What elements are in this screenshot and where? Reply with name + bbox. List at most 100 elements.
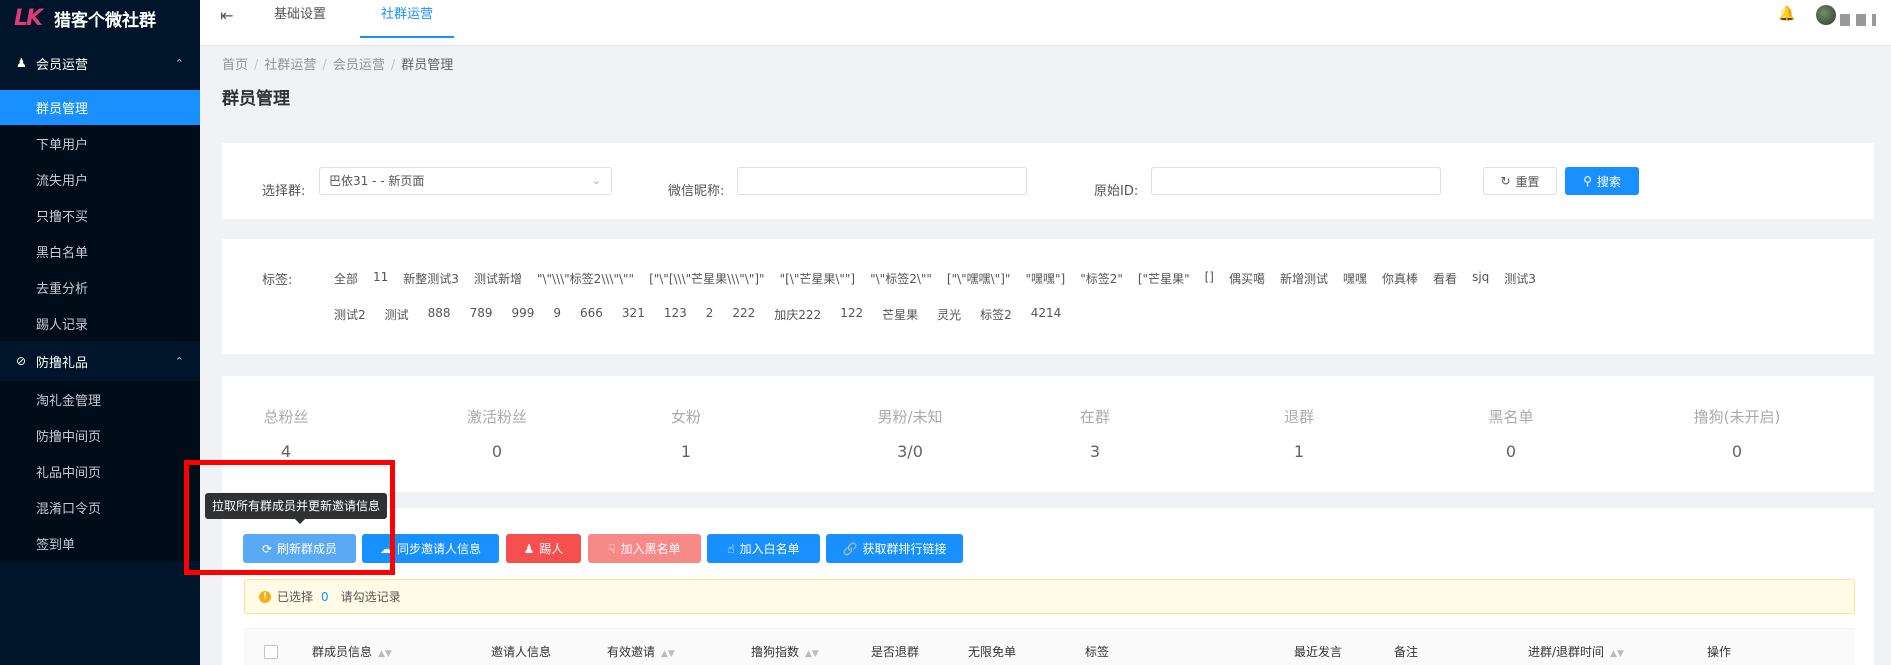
- menu-group-anti-abuse[interactable]: ⊘ 防撸礼品 ⌃: [0, 341, 200, 381]
- menu-item-anti-abuse-page[interactable]: 防撸中间页: [0, 417, 200, 453]
- add-whitelist-button[interactable]: ☝ 加入白名单: [707, 534, 820, 563]
- tag-item[interactable]: 你真棒: [1382, 270, 1418, 287]
- tag-item[interactable]: 测试2: [334, 306, 366, 323]
- member-table-card: ⟳ 刷新群成员 ☁ 同步邀请人信息 ♟ 踢人 ☟ 加入黑名单 ☝ 加入白名单 🔗 获取群排行…: [222, 508, 1874, 665]
- menu-item-order-users[interactable]: 下单用户: [0, 125, 200, 162]
- tag-item[interactable]: 888: [428, 306, 451, 323]
- reset-button[interactable]: ↻ 重置: [1483, 167, 1557, 195]
- group-select[interactable]: 巴依31 - - 新页面 ⌄: [319, 167, 612, 195]
- tag-item[interactable]: 11: [373, 270, 388, 287]
- menu-item-kick-records[interactable]: 踢人记录: [0, 305, 200, 341]
- select-all-checkbox[interactable]: [264, 645, 278, 659]
- tag-item[interactable]: 偶买噶: [1229, 270, 1265, 287]
- tag-item[interactable]: 122: [840, 306, 863, 323]
- group-select-value: 巴依31 - - 新页面: [329, 174, 425, 188]
- breadcrumb-home[interactable]: 首页: [222, 58, 248, 73]
- th-abuse-index[interactable]: 撸狗指数 ▲▼: [751, 643, 819, 660]
- add-blacklist-button[interactable]: ☟ 加入黑名单: [588, 534, 701, 563]
- tag-item[interactable]: 4214: [1031, 306, 1062, 323]
- tag-item[interactable]: 9: [553, 306, 561, 323]
- selected-label: 已选择: [277, 590, 314, 604]
- th-label: 群成员信息: [312, 645, 373, 659]
- tag-item[interactable]: 测试新增: [474, 270, 522, 287]
- tag-item[interactable]: sjq: [1472, 270, 1489, 287]
- th-label: 标签: [1085, 645, 1110, 659]
- sort-icon[interactable]: ▲▼: [1610, 649, 1624, 659]
- sidebar: LK 猎客个微社群 ♟ 会员运营 ⌃ 群员管理 下单用户 流失用户 只撸不买 黑…: [0, 0, 200, 665]
- tag-item[interactable]: 2: [706, 306, 714, 323]
- avatar[interactable]: [1816, 5, 1836, 25]
- tag-item[interactable]: "嘿嘿"]: [1025, 270, 1065, 287]
- th-remark: 备注: [1394, 643, 1418, 660]
- tag-item[interactable]: 321: [622, 306, 645, 323]
- tab-basic-settings[interactable]: 基础设置: [260, 0, 340, 38]
- tag-item[interactable]: []: [1205, 270, 1214, 287]
- stat-value: 0: [1505, 442, 1517, 461]
- tag-item[interactable]: "\"\\\"标签2\\\"\"": [537, 270, 634, 287]
- stat-label: 激活粉丝: [466, 408, 528, 426]
- tag-item[interactable]: "[\"芒星果\""]: [780, 270, 856, 287]
- tag-item[interactable]: 新整测试3: [403, 270, 459, 287]
- breadcrumb-member-ops[interactable]: 会员运营: [333, 58, 385, 73]
- breadcrumb-separator: /: [254, 58, 259, 73]
- tag-item[interactable]: ["\"[\\\"芒星果\\\"\"]": [649, 270, 765, 287]
- tag-item[interactable]: ["芒星果": [1138, 270, 1190, 287]
- original-id-input[interactable]: [1151, 167, 1441, 195]
- menu-group-member-ops[interactable]: ♟ 会员运营 ⌃: [0, 36, 200, 90]
- eye-off-icon: ⊘: [16, 354, 27, 368]
- th-valid-invites[interactable]: 有效邀请 ▲▼: [607, 643, 675, 660]
- tag-item[interactable]: 芒星果: [882, 306, 918, 323]
- tag-item[interactable]: 灵光: [937, 306, 961, 323]
- menu-collapse-icon[interactable]: ⇤: [220, 6, 233, 25]
- tags-label: 标签:: [262, 273, 293, 288]
- tag-item[interactable]: 新增测试: [1280, 270, 1328, 287]
- breadcrumb-separator: /: [390, 58, 396, 73]
- tag-item[interactable]: 123: [664, 306, 687, 323]
- menu-item-black-white-list[interactable]: 黑白名单: [0, 233, 200, 269]
- rank-link-button[interactable]: 🔗 获取群排行链接: [826, 534, 963, 563]
- menu-item-freeloaders[interactable]: 只撸不买: [0, 197, 200, 233]
- kick-button[interactable]: ♟ 踢人: [506, 534, 581, 563]
- menu-item-member-management[interactable]: 群员管理: [0, 90, 200, 125]
- top-bar: ⇤ 基础设置 社群运营 🔔: [200, 0, 1891, 46]
- tag-item[interactable]: 全部: [334, 270, 358, 287]
- menu-item-gift-page[interactable]: 礼品中间页: [0, 453, 200, 489]
- stat-label: 男粉/未知: [877, 408, 943, 426]
- th-member-info[interactable]: 群成员信息 ▲▼: [312, 643, 392, 660]
- nickname-input[interactable]: [737, 167, 1027, 195]
- menu-group-label: 会员运营: [36, 57, 89, 73]
- tag-item[interactable]: 666: [580, 306, 603, 323]
- annotation-highlight-box: [184, 460, 395, 575]
- breadcrumb-community[interactable]: 社群运营: [264, 58, 316, 73]
- tag-item[interactable]: ["\"嘿嘿\"]": [947, 270, 1011, 287]
- search-button[interactable]: ⚲ 搜索: [1565, 167, 1639, 195]
- sort-icon[interactable]: ▲▼: [805, 649, 819, 659]
- thumbs-up-icon: ☝: [727, 541, 735, 556]
- tag-item[interactable]: "标签2": [1080, 270, 1123, 287]
- menu-item-obfuscated-code-page[interactable]: 混淆口令页: [0, 489, 200, 525]
- tag-item[interactable]: 222: [732, 306, 755, 323]
- sort-icon[interactable]: ▲▼: [378, 649, 392, 659]
- bell-icon[interactable]: 🔔: [1778, 6, 1795, 22]
- tag-item[interactable]: 嘿嘿: [1343, 270, 1367, 287]
- menu-item-dedup-analysis[interactable]: 去重分析: [0, 269, 200, 305]
- sort-icon[interactable]: ▲▼: [661, 649, 675, 659]
- tag-item[interactable]: 加庆222: [774, 306, 821, 323]
- tag-item[interactable]: 标签2: [980, 306, 1012, 323]
- menu-item-taolijin[interactable]: 淘礼金管理: [0, 381, 200, 417]
- stat-value: 0: [491, 442, 503, 461]
- menu-item-lost-users[interactable]: 流失用户: [0, 162, 200, 197]
- stat-label: 黑名单: [1488, 408, 1534, 426]
- tag-item[interactable]: 测试: [385, 306, 409, 323]
- tag-item[interactable]: 测试3: [1504, 270, 1536, 287]
- tab-community-ops[interactable]: 社群运营: [360, 0, 454, 38]
- tag-item[interactable]: "\"标签2\"": [870, 270, 932, 287]
- tag-row-2: 测试2 测试 888 789 999 9 666 321 123 2 222 加…: [334, 306, 1061, 323]
- breadcrumb-current: 群员管理: [401, 58, 454, 73]
- tag-item[interactable]: 789: [470, 306, 493, 323]
- tag-item[interactable]: 看看: [1433, 270, 1457, 287]
- th-join-leave-time[interactable]: 进群/退群时间 ▲▼: [1528, 643, 1624, 660]
- user-name-redacted[interactable]: [1840, 14, 1876, 26]
- menu-item-checkin[interactable]: 签到单: [0, 525, 200, 561]
- tag-item[interactable]: 999: [511, 306, 534, 323]
